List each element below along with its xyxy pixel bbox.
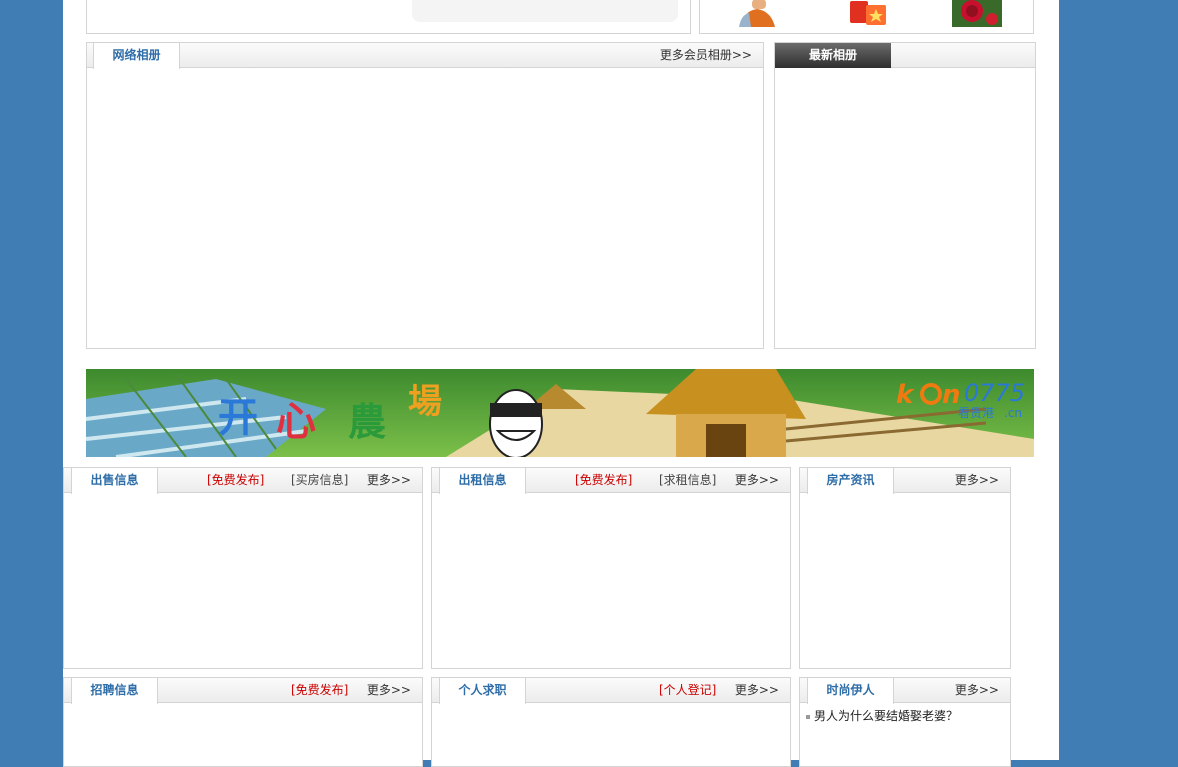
user-icon[interactable] bbox=[735, 0, 781, 27]
buy-house-info-link[interactable]: [买房信息] bbox=[291, 468, 348, 493]
svg-text:0775: 0775 bbox=[964, 379, 1025, 407]
sale-info-panel: 出售信息 [免费发布] [买房信息] 更多>> bbox=[63, 467, 423, 669]
tab-network-album[interactable]: 网络相册 bbox=[93, 43, 180, 69]
sale-info-header: 出售信息 [免费发布] [买房信息] 更多>> bbox=[64, 468, 422, 494]
tab-sale-info[interactable]: 出售信息 bbox=[71, 468, 158, 494]
tab-fashion[interactable]: 时尚伊人 bbox=[807, 678, 894, 704]
sale-free-publish-link[interactable]: [免费发布] bbox=[207, 468, 264, 493]
svg-text:k: k bbox=[896, 380, 915, 410]
banner-image: 开 心 農 場 k n 0775 看贵港 .cn bbox=[86, 369, 1034, 457]
jobs-info-panel: 招聘信息 [免费发布] 更多>> bbox=[63, 677, 423, 767]
jobs-more-link[interactable]: 更多>> bbox=[367, 678, 411, 703]
svg-text:看贵港: 看贵港 bbox=[958, 406, 994, 420]
latest-album-panel: 最新相册 bbox=[774, 42, 1036, 349]
tab-job-seek[interactable]: 个人求职 bbox=[439, 678, 526, 704]
page: 网络相册 更多会员相册>> 最新相册 开 心 農 場 k n 0775 看贵港 … bbox=[63, 0, 1059, 767]
job-seek-header: 个人求职 [个人登记] 更多>> bbox=[432, 678, 790, 704]
jobs-free-publish-link[interactable]: [免费发布] bbox=[291, 678, 348, 703]
list-item-title[interactable]: 男人为什么要结婚娶老婆？ bbox=[814, 709, 958, 723]
svg-text:心: 心 bbox=[276, 399, 316, 445]
property-news-header: 房产资讯 更多>> bbox=[800, 468, 1010, 494]
latest-album-header: 最新相册 bbox=[775, 43, 1035, 68]
bullet-icon bbox=[806, 714, 810, 719]
network-album-header: 网络相册 更多会员相册>> bbox=[87, 43, 763, 69]
network-album-panel: 网络相册 更多会员相册>> bbox=[86, 42, 764, 349]
tab-latest-album[interactable]: 最新相册 bbox=[775, 43, 891, 68]
svg-text:場: 場 bbox=[408, 382, 442, 422]
top-right-panel bbox=[699, 0, 1034, 34]
property-news-panel: 房产资讯 更多>> bbox=[799, 467, 1011, 669]
top-search-box[interactable] bbox=[412, 0, 678, 22]
svg-text:農: 農 bbox=[348, 400, 386, 444]
more-member-albums-link[interactable]: 更多会员相册>> bbox=[660, 43, 752, 68]
tab-jobs-info[interactable]: 招聘信息 bbox=[71, 678, 158, 704]
personal-register-link[interactable]: [个人登记] bbox=[659, 678, 716, 703]
seek-rent-info-link[interactable]: [求租信息] bbox=[659, 468, 716, 493]
list-item[interactable]: 男人为什么要结婚娶老婆？ bbox=[806, 707, 958, 724]
rent-info-panel: 出租信息 [免费发布] [求租信息] 更多>> bbox=[431, 467, 791, 669]
rent-free-publish-link[interactable]: [免费发布] bbox=[575, 468, 632, 493]
fashion-more-link[interactable]: 更多>> bbox=[955, 678, 999, 703]
tab-property-news[interactable]: 房产资讯 bbox=[807, 468, 894, 494]
top-left-panel bbox=[86, 0, 691, 34]
banner-title-text: 开 bbox=[218, 395, 258, 441]
jobs-info-header: 招聘信息 [免费发布] 更多>> bbox=[64, 678, 422, 704]
happy-farm-banner[interactable]: 开 心 農 場 k n 0775 看贵港 .cn bbox=[86, 369, 1034, 457]
sale-more-link[interactable]: 更多>> bbox=[367, 468, 411, 493]
job-seek-panel: 个人求职 [个人登记] 更多>> bbox=[431, 677, 791, 767]
rent-info-header: 出租信息 [免费发布] [求租信息] 更多>> bbox=[432, 468, 790, 494]
seek-more-link[interactable]: 更多>> bbox=[735, 678, 779, 703]
fashion-panel: 时尚伊人 更多>> 男人为什么要结婚娶老婆？ bbox=[799, 677, 1011, 767]
fashion-header: 时尚伊人 更多>> bbox=[800, 678, 1010, 704]
svg-text:.cn: .cn bbox=[1004, 406, 1022, 420]
rent-more-link[interactable]: 更多>> bbox=[735, 468, 779, 493]
property-more-link[interactable]: 更多>> bbox=[955, 468, 999, 493]
tab-rent-info[interactable]: 出租信息 bbox=[439, 468, 526, 494]
rose-icon[interactable] bbox=[952, 0, 1002, 27]
gift-icon[interactable] bbox=[846, 0, 892, 27]
